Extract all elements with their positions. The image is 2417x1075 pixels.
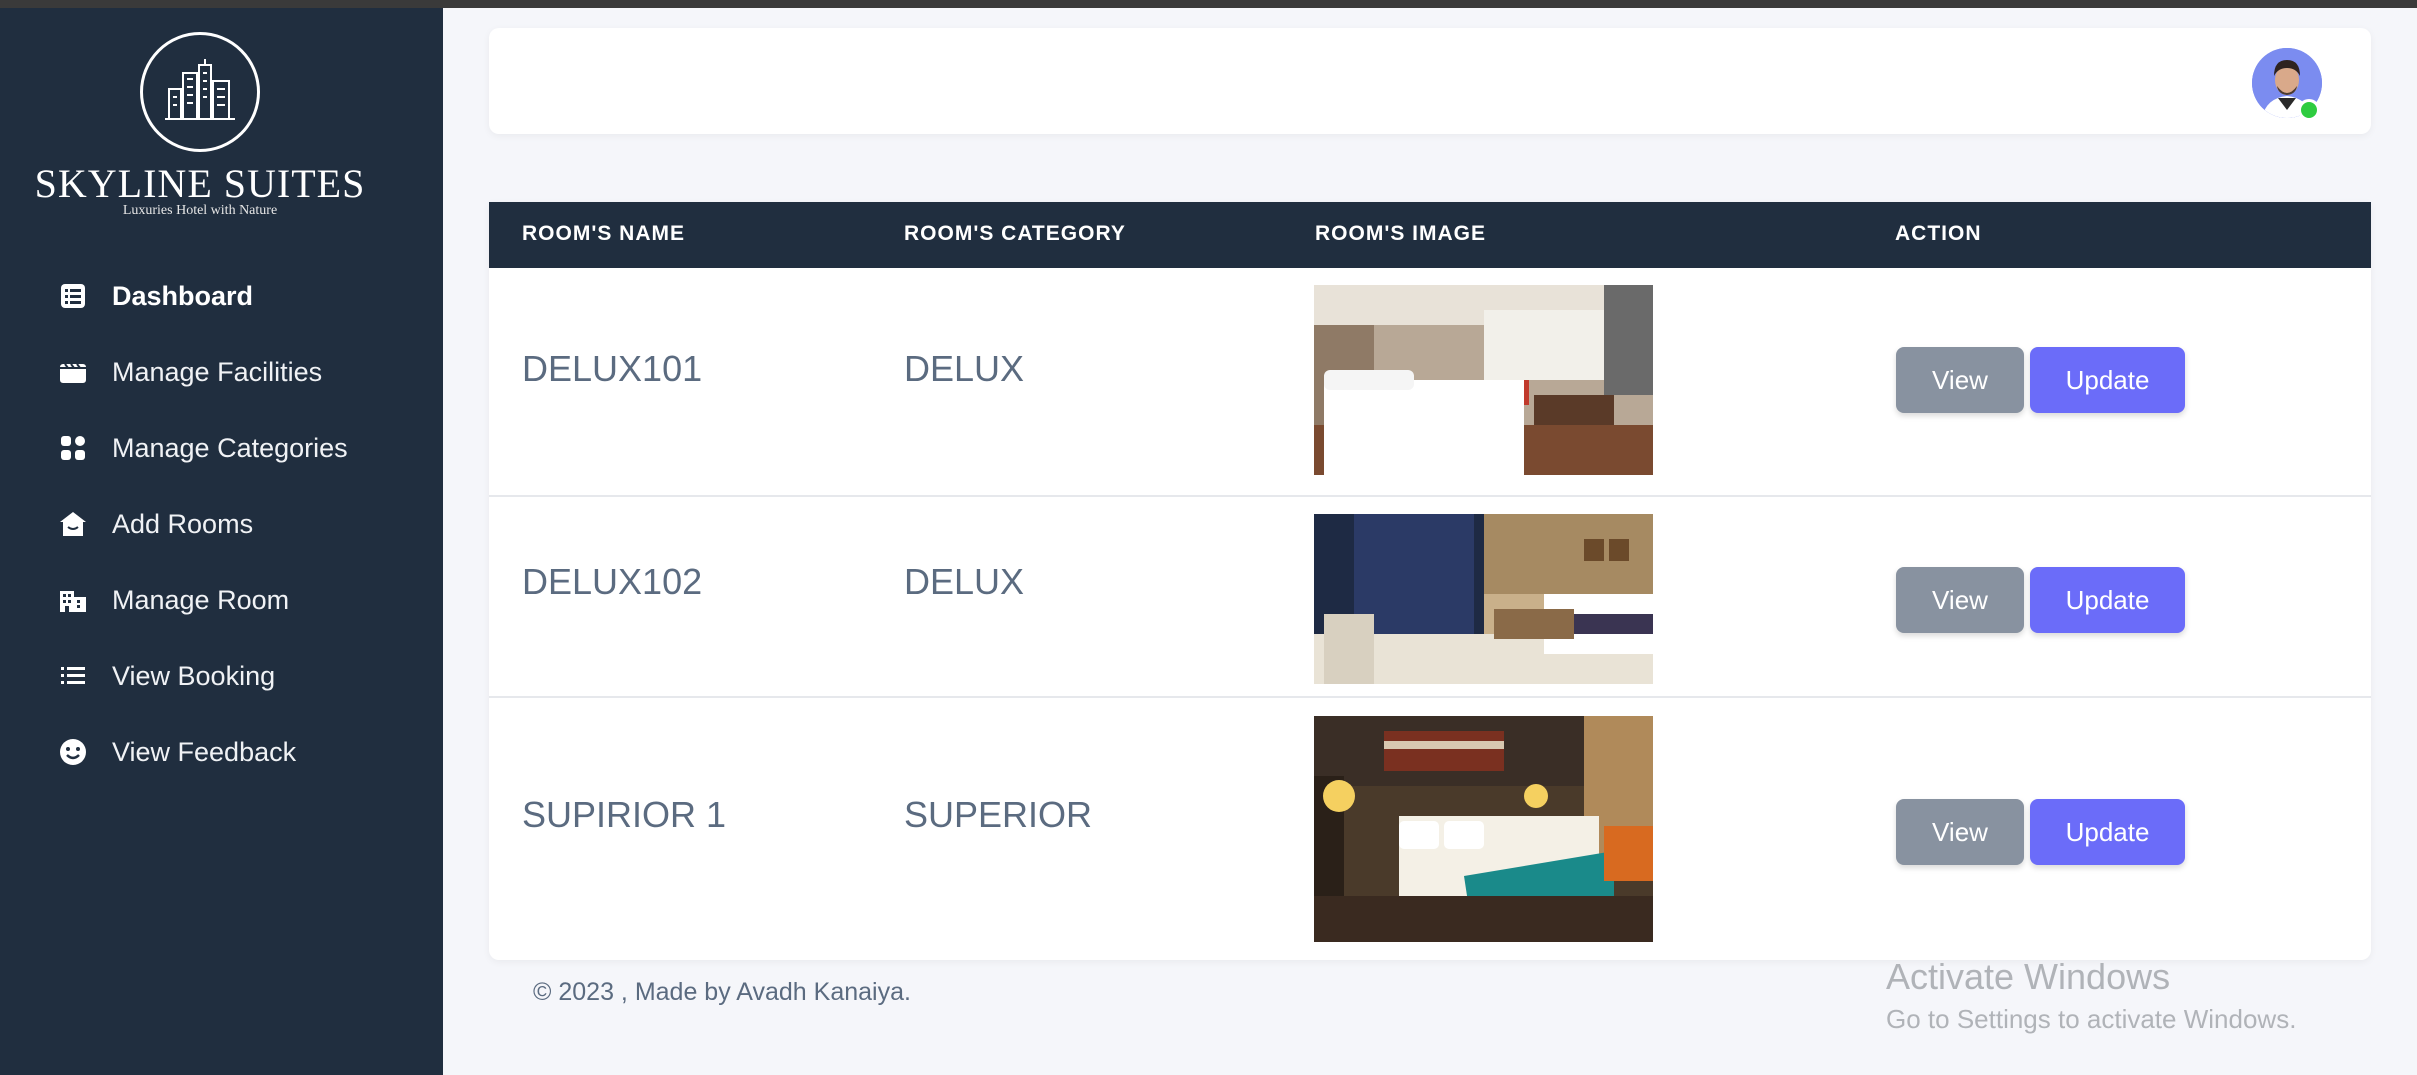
sidebar-item-label: View Feedback [112,736,297,767]
sidebar-item-dashboard[interactable]: Dashboard [0,258,443,334]
activate-windows-watermark: Activate Windows Go to Settings to activ… [1886,956,2296,1035]
column-header-room-image: ROOM'S IMAGE [1315,222,1486,245]
list-bullets-icon [58,661,88,691]
sidebar-item-manage-room[interactable]: Manage Room [0,562,443,638]
footer-copyright: © 2023 , Made by Avadh Kanaiya. [533,978,911,1006]
room-name: DELUX102 [522,561,703,602]
table-row: DELUX102 DELUX View Update [489,495,2371,698]
room-category: SUPERIOR [904,794,1093,835]
sidebar-item-label: View Booking [112,660,276,691]
sidebar-item-label: Manage Room [112,584,290,615]
watermark-subtitle: Go to Settings to activate Windows. [1886,1004,2297,1034]
top-header [489,28,2371,134]
sidebar-item-label: Add Rooms [112,508,254,539]
sidebar-item-label: Dashboard [112,280,254,311]
room-category: DELUX [904,348,1025,389]
column-header-room-category: ROOM'S CATEGORY [904,222,1126,245]
sidebar: SKYLINE SUITES Luxuries Hotel with Natur… [0,8,443,1075]
sidebar-item-label: Manage Facilities [112,356,323,387]
home-icon [58,509,88,539]
update-button[interactable]: Update [2030,799,2185,865]
column-header-room-name: ROOM'S NAME [522,222,685,245]
room-image [1314,285,1653,475]
table-header: ROOM'S NAME ROOM'S CATEGORY ROOM'S IMAGE… [489,202,2371,268]
column-header-action: ACTION [1895,222,1982,245]
room-name: SUPIRIOR 1 [522,794,727,835]
room-name: DELUX101 [522,348,703,389]
table-row: DELUX101 DELUX View Update [489,268,2371,497]
sidebar-item-view-booking[interactable]: View Booking [0,638,443,714]
sidebar-item-add-rooms[interactable]: Add Rooms [0,486,443,562]
brand-logo[interactable]: SKYLINE SUITES Luxuries Hotel with Natur… [0,32,400,219]
view-button[interactable]: View [1896,799,2024,865]
smiley-icon [58,737,88,767]
brand-name: SKYLINE SUITES [34,161,366,206]
room-image [1314,514,1653,684]
sidebar-item-label: Manage Categories [112,432,348,463]
city-skyline-icon [140,32,260,152]
sidebar-item-view-feedback[interactable]: View Feedback [0,714,443,790]
room-image [1314,716,1653,942]
table-row: SUPIRIOR 1 SUPERIOR View Update [489,696,2371,960]
watermark-title: Activate Windows [1886,956,2171,997]
sidebar-item-manage-categories[interactable]: Manage Categories [0,410,443,486]
room-category: DELUX [904,561,1025,602]
online-status-dot [2298,99,2320,121]
grid-icon [58,433,88,463]
sidebar-item-manage-facilities[interactable]: Manage Facilities [0,334,443,410]
window-top-border [0,0,2417,8]
sidebar-nav: Dashboard Manage Facilities Manage Categ… [0,258,443,790]
list-icon [58,281,88,311]
view-button[interactable]: View [1896,347,2024,413]
clapperboard-icon [58,357,88,387]
update-button[interactable]: Update [2030,347,2185,413]
rooms-table: ROOM'S NAME ROOM'S CATEGORY ROOM'S IMAGE… [489,202,2371,960]
update-button[interactable]: Update [2030,567,2185,633]
building-icon [58,585,88,615]
view-button[interactable]: View [1896,567,2024,633]
